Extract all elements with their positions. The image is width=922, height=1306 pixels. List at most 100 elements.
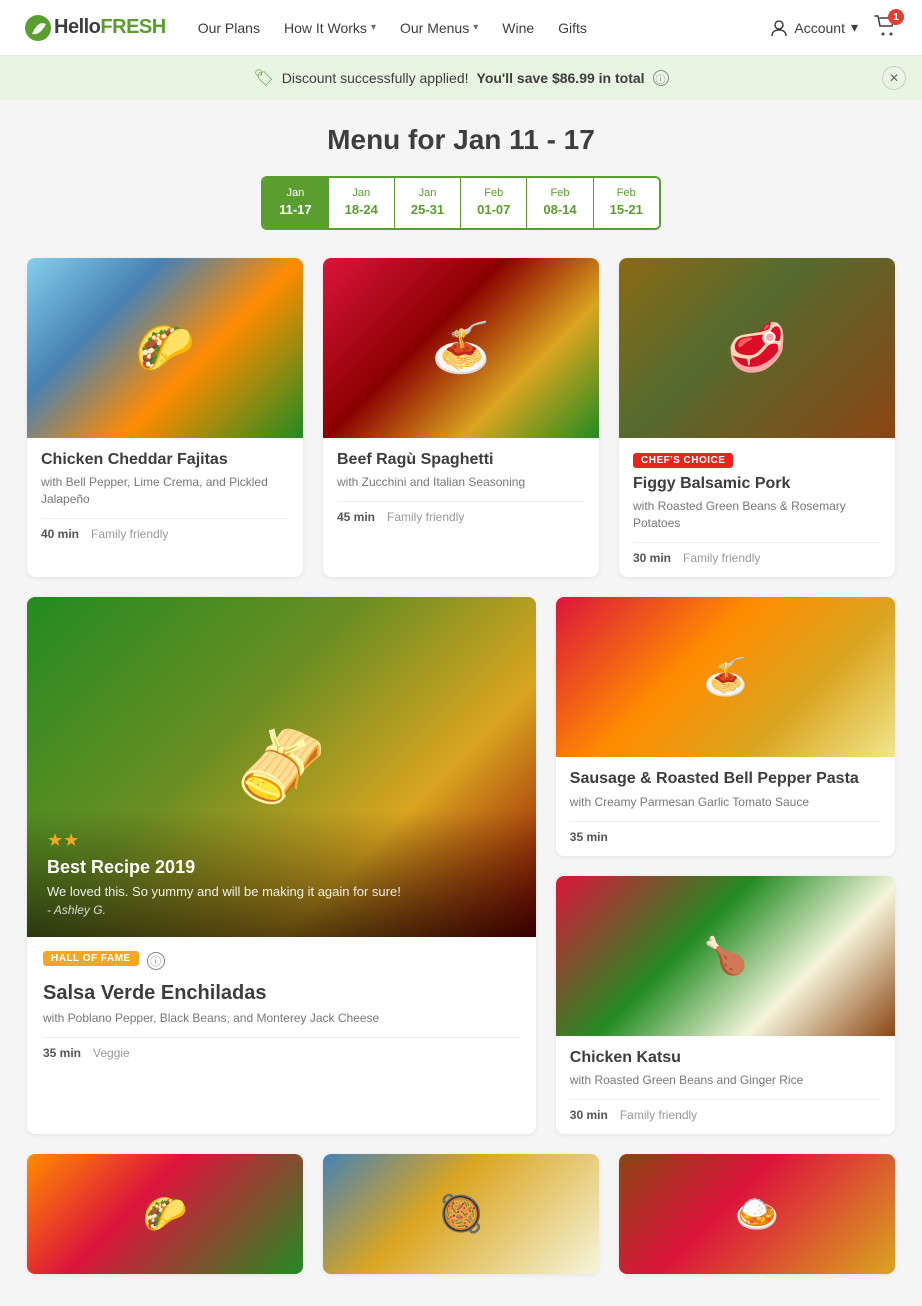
meal-name-pasta: Sausage & Roasted Bell Pepper Pasta: [570, 769, 881, 790]
brand-logo[interactable]: HelloFRESH: [24, 14, 166, 42]
meal-card-bottom-3[interactable]: 🍛: [619, 1154, 895, 1274]
meal-tag-katsu: Family friendly: [620, 1108, 697, 1122]
menu-row-bottom: 🌮 🥘 🍛: [27, 1154, 895, 1274]
featured-stars: ★★: [47, 830, 516, 851]
cart-count-badge: 1: [888, 9, 904, 25]
meal-image-spaghetti: 🍝: [323, 258, 599, 438]
menu-row-top: 🌮 Chicken Cheddar Fajitas with Bell Pepp…: [27, 258, 895, 577]
featured-image-wrap: 🫔 ★★ Best Recipe 2019 We loved this. So …: [27, 597, 536, 937]
meal-time-fajitas: 40 min: [41, 527, 79, 541]
logo-text: HelloFRESH: [54, 16, 166, 39]
meal-card-body-pork: CHEF'S CHOICE Figgy Balsamic Pork with R…: [619, 438, 895, 577]
meal-desc-spaghetti: with Zucchini and Italian Seasoning: [337, 474, 585, 491]
featured-badges: HALL OF FAME ⓘ: [43, 951, 520, 972]
date-tabs: Jan 11-17 Jan 18-24 Jan 25-31 Feb 01-07 …: [27, 176, 895, 230]
how-it-works-chevron-icon: ▾: [371, 22, 376, 33]
meal-name-pork: Figgy Balsamic Pork: [633, 474, 881, 495]
account-button[interactable]: Account ▾: [770, 19, 858, 37]
menu-title: Menu for Jan 11 - 17: [27, 124, 895, 156]
featured-overlay: ★★ Best Recipe 2019 We loved this. So yu…: [27, 810, 536, 937]
meal-meta-pork: 30 min Family friendly: [633, 542, 881, 565]
discount-save-text: You'll save $86.99 in total: [477, 70, 645, 86]
meal-name-spaghetti: Beef Ragù Spaghetti: [337, 450, 585, 471]
date-tab-4[interactable]: Feb 08-14: [527, 178, 593, 228]
meal-desc-fajitas: with Bell Pepper, Lime Crema, and Pickle…: [41, 474, 289, 508]
meal-card-bottom-1[interactable]: 🌮: [27, 1154, 303, 1274]
nav-our-plans[interactable]: Our Plans: [198, 20, 260, 36]
featured-meal-name: Salsa Verde Enchiladas: [43, 980, 520, 1006]
featured-meal-tag: Veggie: [93, 1046, 130, 1060]
meal-time-spaghetti: 45 min: [337, 510, 375, 524]
date-tab-0[interactable]: Jan 11-17: [263, 178, 329, 228]
meal-card-katsu[interactable]: 🍗 Chicken Katsu with Roasted Green Beans…: [556, 876, 895, 1135]
discount-applied-text: Discount successfully applied!: [282, 70, 469, 86]
date-tab-1[interactable]: Jan 18-24: [329, 178, 395, 228]
featured-meal-time: 35 min: [43, 1046, 81, 1060]
meal-card-body-spaghetti: Beef Ragù Spaghetti with Zucchini and It…: [323, 438, 599, 537]
meal-card-body-katsu: Chicken Katsu with Roasted Green Beans a…: [556, 1036, 895, 1135]
logo-leaf-icon: [24, 14, 52, 42]
account-chevron-icon: ▾: [851, 19, 858, 36]
meal-image-bottom-1: 🌮: [27, 1154, 303, 1274]
account-icon: [770, 19, 788, 37]
featured-meal-desc: with Poblano Pepper, Black Beans, and Mo…: [43, 1010, 520, 1027]
date-tab-2[interactable]: Jan 25-31: [395, 178, 461, 228]
meal-card-fajitas[interactable]: 🌮 Chicken Cheddar Fajitas with Bell Pepp…: [27, 258, 303, 577]
featured-quote: We loved this. So yummy and will be maki…: [47, 884, 516, 899]
our-menus-chevron-icon: ▾: [473, 22, 478, 33]
nav-right: Account ▾ 1: [770, 15, 898, 40]
navbar: HelloFRESH Our Plans How It Works ▾ Our …: [0, 0, 922, 56]
meal-meta-fajitas: 40 min Family friendly: [41, 518, 289, 541]
meal-tag-pork: Family friendly: [683, 551, 760, 565]
nav-gifts[interactable]: Gifts: [558, 20, 587, 36]
meal-card-bottom-2[interactable]: 🥘: [323, 1154, 599, 1274]
meal-image-katsu: 🍗: [556, 876, 895, 1036]
chefs-choice-badge: CHEF'S CHOICE: [633, 453, 733, 468]
nav-our-menus[interactable]: Our Menus ▾: [400, 20, 478, 36]
meal-card-enchiladas[interactable]: 🫔 ★★ Best Recipe 2019 We loved this. So …: [27, 597, 536, 1134]
featured-body: HALL OF FAME ⓘ Salsa Verde Enchiladas wi…: [27, 937, 536, 1074]
nav-links: Our Plans How It Works ▾ Our Menus ▾ Win…: [198, 20, 771, 36]
meal-image-bottom-3: 🍛: [619, 1154, 895, 1274]
featured-recipe-year: Best Recipe 2019: [47, 857, 516, 878]
date-tabs-inner: Jan 11-17 Jan 18-24 Jan 25-31 Feb 01-07 …: [261, 176, 661, 230]
meal-name-fajitas: Chicken Cheddar Fajitas: [41, 450, 289, 471]
date-tab-5[interactable]: Feb 15-21: [594, 178, 659, 228]
meal-meta-pasta: 35 min: [570, 821, 881, 844]
hall-of-fame-badge: HALL OF FAME: [43, 951, 139, 966]
meal-image-pork: 🥩: [619, 258, 895, 438]
discount-banner: 🏷 Discount successfully applied! You'll …: [0, 56, 922, 100]
meal-card-pork[interactable]: 🥩 CHEF'S CHOICE Figgy Balsamic Pork with…: [619, 258, 895, 577]
nav-how-it-works[interactable]: How It Works ▾: [284, 20, 376, 36]
meal-name-katsu: Chicken Katsu: [570, 1048, 881, 1069]
featured-author: - Ashley G.: [47, 903, 516, 917]
meal-time-pork: 30 min: [633, 551, 671, 565]
meal-desc-pork: with Roasted Green Beans & Rosemary Pota…: [633, 498, 881, 532]
meal-tag-fajitas: Family friendly: [91, 527, 168, 541]
meal-card-spaghetti[interactable]: 🍝 Beef Ragù Spaghetti with Zucchini and …: [323, 258, 599, 577]
menu-right-column: 🍝 Sausage & Roasted Bell Pepper Pasta wi…: [556, 597, 895, 1134]
meal-time-pasta: 35 min: [570, 830, 608, 844]
main-content: Menu for Jan 11 - 17 Jan 11-17 Jan 18-24…: [11, 100, 911, 1306]
meal-card-pasta[interactable]: 🍝 Sausage & Roasted Bell Pepper Pasta wi…: [556, 597, 895, 856]
meal-image-bottom-2: 🥘: [323, 1154, 599, 1274]
meal-time-katsu: 30 min: [570, 1108, 608, 1122]
meal-image-fajitas: 🌮: [27, 258, 303, 438]
cart-button[interactable]: 1: [874, 15, 898, 40]
meal-meta-katsu: 30 min Family friendly: [570, 1099, 881, 1122]
discount-info-icon[interactable]: ⓘ: [653, 70, 669, 86]
nav-wine[interactable]: Wine: [502, 20, 534, 36]
meal-tag-spaghetti: Family friendly: [387, 510, 464, 524]
discount-close-button[interactable]: ✕: [882, 66, 906, 90]
meal-desc-katsu: with Roasted Green Beans and Ginger Rice: [570, 1072, 881, 1089]
meal-meta-spaghetti: 45 min Family friendly: [337, 501, 585, 524]
meal-card-body-pasta: Sausage & Roasted Bell Pepper Pasta with…: [556, 757, 895, 856]
meal-image-pasta: 🍝: [556, 597, 895, 757]
menu-row-mid: 🫔 ★★ Best Recipe 2019 We loved this. So …: [27, 597, 895, 1134]
discount-tag-icon: 🏷: [253, 68, 273, 88]
hall-of-fame-info-icon[interactable]: ⓘ: [147, 952, 165, 970]
date-tab-3[interactable]: Feb 01-07: [461, 178, 527, 228]
featured-meal-meta: 35 min Veggie: [43, 1037, 520, 1060]
meal-desc-pasta: with Creamy Parmesan Garlic Tomato Sauce: [570, 794, 881, 811]
meal-card-body-fajitas: Chicken Cheddar Fajitas with Bell Pepper…: [27, 438, 303, 553]
